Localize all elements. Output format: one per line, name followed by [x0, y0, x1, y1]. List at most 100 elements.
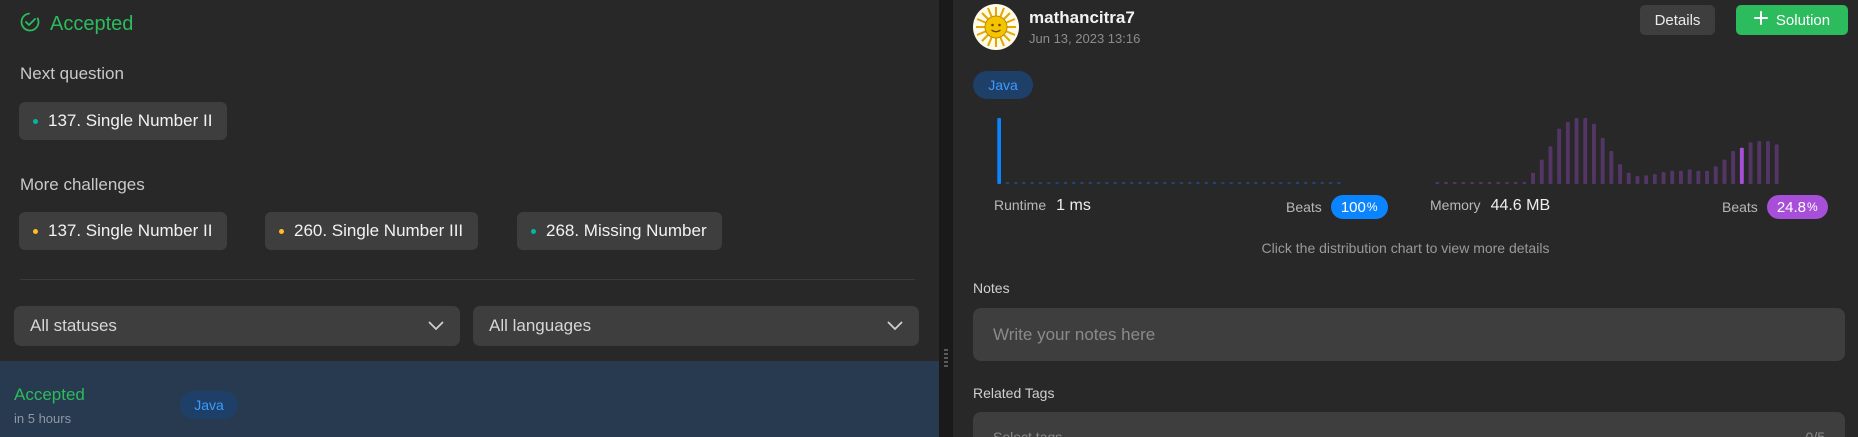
runtime-bar[interactable]: [1105, 182, 1109, 184]
runtime-bar[interactable]: [1113, 182, 1117, 184]
memory-bar[interactable]: [1757, 141, 1762, 184]
memory-bar[interactable]: [1435, 182, 1440, 184]
runtime-bar[interactable]: [1171, 182, 1175, 184]
add-solution-button[interactable]: Solution: [1736, 5, 1848, 35]
memory-bar[interactable]: [1505, 182, 1509, 184]
memory-bar[interactable]: [1766, 141, 1770, 184]
runtime-bar[interactable]: [1295, 182, 1300, 184]
memory-bar[interactable]: [1452, 182, 1457, 184]
memory-bar[interactable]: [1618, 164, 1622, 184]
runtime-bar[interactable]: [1303, 182, 1308, 184]
runtime-bar[interactable]: [1038, 182, 1043, 184]
runtime-bar[interactable]: [1088, 182, 1093, 184]
memory-bar[interactable]: [1444, 182, 1448, 184]
runtime-bar[interactable]: [1287, 182, 1291, 184]
runtime-bar[interactable]: [1254, 182, 1258, 184]
memory-bar[interactable]: [1565, 122, 1570, 184]
runtime-bar[interactable]: [1121, 182, 1126, 184]
memory-bar[interactable]: [1600, 137, 1605, 184]
memory-bar[interactable]: [1635, 176, 1640, 184]
runtime-bar[interactable]: [1071, 182, 1076, 184]
runtime-bar[interactable]: [1138, 182, 1142, 184]
memory-bar[interactable]: [1774, 144, 1779, 184]
runtime-bar[interactable]: [1204, 182, 1209, 184]
runtime-bar[interactable]: [1229, 182, 1233, 184]
memory-bar[interactable]: [1574, 118, 1579, 184]
memory-bar[interactable]: [1661, 172, 1666, 184]
memory-bar[interactable]: [1731, 151, 1736, 184]
language-filter-select[interactable]: All languages: [473, 306, 919, 346]
memory-bar[interactable]: [1713, 166, 1718, 184]
challenge-chip[interactable]: 260. Single Number III: [265, 212, 479, 250]
runtime-bar[interactable]: [1030, 182, 1035, 184]
runtime-bar[interactable]: [1245, 182, 1250, 184]
runtime-bar[interactable]: [1154, 182, 1159, 184]
runtime-bar[interactable]: [1063, 182, 1068, 184]
runtime-bar[interactable]: [1279, 182, 1283, 184]
runtime-bar[interactable]: [1055, 182, 1059, 184]
memory-bar[interactable]: [1548, 146, 1553, 184]
memory-bar[interactable]: [1609, 151, 1614, 184]
language-badge: Java: [973, 71, 1033, 99]
avatar[interactable]: [973, 4, 1019, 50]
memory-highlight-bar[interactable]: [1739, 147, 1744, 184]
related-tags-select[interactable]: Select tags 0/5: [973, 412, 1845, 437]
memory-bar[interactable]: [1652, 174, 1657, 184]
memory-bar[interactable]: [1696, 170, 1701, 184]
runtime-bar[interactable]: [1013, 182, 1018, 184]
memory-bar[interactable]: [1626, 172, 1631, 184]
memory-bar[interactable]: [1644, 175, 1649, 184]
panel-resize-handle[interactable]: [939, 0, 953, 437]
runtime-distribution-chart[interactable]: [995, 116, 1343, 186]
memory-bar[interactable]: [1478, 182, 1483, 184]
memory-bar[interactable]: [1531, 172, 1535, 184]
challenge-chip[interactable]: 137. Single Number II: [19, 212, 228, 250]
memory-bar[interactable]: [1722, 159, 1727, 184]
runtime-bar[interactable]: [1328, 182, 1333, 184]
runtime-bar[interactable]: [1005, 182, 1010, 184]
memory-bar[interactable]: [1687, 169, 1692, 185]
runtime-bar[interactable]: [1187, 182, 1192, 184]
notes-input[interactable]: [973, 308, 1845, 361]
submission-row[interactable]: Accepted in 5 hours Java: [0, 361, 939, 437]
memory-distribution-chart[interactable]: [1433, 116, 1781, 186]
memory-bar[interactable]: [1557, 128, 1562, 184]
runtime-bar[interactable]: [1129, 182, 1134, 184]
runtime-bar[interactable]: [1237, 182, 1242, 184]
memory-bar[interactable]: [1539, 159, 1544, 184]
runtime-bar[interactable]: [1221, 182, 1225, 184]
next-question-chip[interactable]: 137. Single Number II: [19, 102, 228, 140]
memory-bar[interactable]: [1583, 118, 1588, 184]
runtime-bar[interactable]: [1270, 182, 1275, 184]
memory-value: 44.6 MB: [1490, 197, 1551, 214]
runtime-bar[interactable]: [1022, 182, 1026, 184]
status-filter-select[interactable]: All statuses: [14, 306, 460, 346]
runtime-bar[interactable]: [1212, 182, 1217, 184]
memory-bar[interactable]: [1522, 182, 1527, 184]
memory-bar[interactable]: [1705, 170, 1709, 184]
challenge-chip[interactable]: 268. Missing Number: [517, 212, 722, 250]
runtime-bar[interactable]: [1262, 182, 1267, 184]
runtime-bar[interactable]: [1320, 182, 1325, 184]
memory-bar[interactable]: [1670, 170, 1675, 184]
memory-bar[interactable]: [1461, 182, 1466, 184]
details-button[interactable]: Details: [1640, 5, 1715, 35]
runtime-bar[interactable]: [1179, 182, 1184, 184]
runtime-bar[interactable]: [1163, 182, 1167, 184]
memory-bar[interactable]: [1513, 182, 1518, 184]
memory-bar[interactable]: [1748, 142, 1753, 184]
username[interactable]: mathancitra7: [1029, 8, 1135, 28]
memory-bar[interactable]: [1679, 170, 1683, 184]
runtime-bar[interactable]: [1337, 182, 1341, 184]
runtime-bar[interactable]: [1312, 182, 1316, 184]
runtime-bar[interactable]: [1047, 182, 1051, 184]
runtime-bar[interactable]: [1196, 182, 1200, 184]
runtime-highlight-bar[interactable]: [997, 118, 1001, 184]
memory-bar[interactable]: [1496, 182, 1501, 184]
memory-bar[interactable]: [1470, 182, 1475, 184]
memory-bar[interactable]: [1487, 182, 1492, 184]
runtime-bar[interactable]: [1096, 182, 1101, 184]
memory-bar[interactable]: [1592, 123, 1596, 184]
runtime-bar[interactable]: [1146, 182, 1151, 184]
runtime-bar[interactable]: [1080, 182, 1084, 184]
